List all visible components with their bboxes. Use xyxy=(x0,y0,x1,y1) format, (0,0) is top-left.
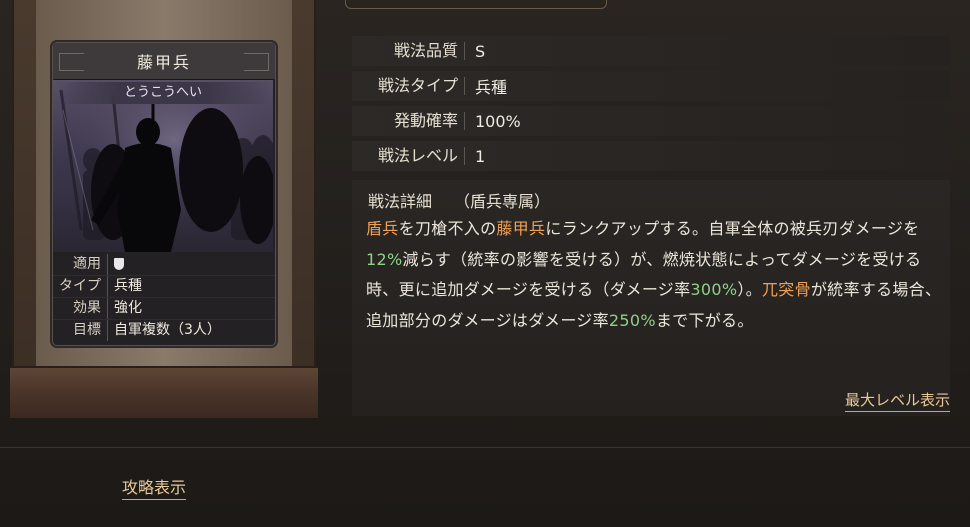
card-row-value xyxy=(108,254,124,275)
desc-segment: 300% xyxy=(690,280,738,299)
card-row-key: タイプ xyxy=(53,276,108,297)
info-row-level: 戦法レベル 1 xyxy=(352,141,950,171)
guide-link[interactable]: 攻略表示 xyxy=(122,474,187,500)
soldiers-silhouette-art xyxy=(53,80,273,252)
card-reading: とうこうへい xyxy=(53,82,273,104)
info-value: 兵種 xyxy=(475,78,508,97)
shield-icon xyxy=(114,258,124,270)
info-key: 戦法タイプ xyxy=(352,77,465,95)
max-level-link[interactable]: 最大レベル表示 xyxy=(844,389,950,412)
card-row-value: 自軍複数（3人） xyxy=(114,322,221,338)
card-row-type: タイプ 兵種 xyxy=(53,276,275,298)
detail-note: （盾兵専属） xyxy=(454,192,551,211)
info-row-probability: 発動確率 100% xyxy=(352,106,950,136)
card-attributes: 適用 タイプ 兵種 効果 強化 目標 自軍複数（3人） xyxy=(53,252,275,341)
detail-description: 盾兵を刀槍不入の藤甲兵にランクアップする。自軍全体の被兵刃ダメージを12%減らす… xyxy=(366,214,946,336)
info-value: 100% xyxy=(475,111,521,131)
detail-key: 戦法詳細 xyxy=(368,192,433,211)
top-ornament xyxy=(345,0,607,9)
tactic-detail-panel: 戦法詳細 （盾兵専属） 盾兵を刀槍不入の藤甲兵にランクアップする。自軍全体の被兵刃… xyxy=(352,180,950,416)
header-ornament-right xyxy=(244,53,269,71)
desc-segment: にランクアップする。自軍全体の被兵刃ダメージを xyxy=(545,219,920,238)
desc-segment: 藤甲兵 xyxy=(496,219,546,238)
desc-segment: 12% xyxy=(366,249,403,269)
desc-segment: 兀突骨 xyxy=(761,280,811,299)
card-row-key: 適用 xyxy=(53,254,108,275)
header-ornament-left xyxy=(59,53,84,71)
info-key: 発動確率 xyxy=(352,112,465,130)
card-row-apply: 適用 xyxy=(53,254,275,276)
detail-header: 戦法詳細 （盾兵専属） xyxy=(368,188,550,212)
card-row-target: 目標 自軍複数（3人） xyxy=(53,320,275,341)
desc-segment: 盾兵 xyxy=(366,219,399,238)
tactic-card[interactable]: 藤甲兵 とうこうへい 適用 タイプ 兵種 効果 強化 目標 自軍複数（3人） xyxy=(52,42,276,346)
info-value: S xyxy=(475,41,486,61)
section-divider xyxy=(0,447,970,448)
info-key: 戦法品質 xyxy=(352,42,465,60)
card-row-key: 目標 xyxy=(53,320,108,341)
scroll-roller xyxy=(10,366,318,418)
info-value: 1 xyxy=(475,146,486,166)
card-title: 藤甲兵 xyxy=(136,53,191,72)
desc-segment: 250% xyxy=(608,310,656,330)
card-row-effect: 効果 強化 xyxy=(53,298,275,320)
desc-segment: を刀槍不入の xyxy=(398,219,497,238)
tactic-info-table: 戦法品質 S 戦法タイプ 兵種 発動確率 100% 戦法レベル 1 xyxy=(352,36,950,176)
card-row-key: 効果 xyxy=(53,298,108,319)
card-header: 藤甲兵 xyxy=(53,43,275,80)
info-row-quality: 戦法品質 S xyxy=(352,36,950,66)
desc-segment: まで下がる。 xyxy=(655,310,754,330)
card-row-value: 強化 xyxy=(114,300,142,316)
info-row-type: 戦法タイプ 兵種 xyxy=(352,71,950,101)
card-row-value: 兵種 xyxy=(114,278,142,294)
info-key: 戦法レベル xyxy=(352,147,465,165)
desc-segment: ）。 xyxy=(737,280,762,299)
card-artwork: とうこうへい xyxy=(53,80,273,252)
